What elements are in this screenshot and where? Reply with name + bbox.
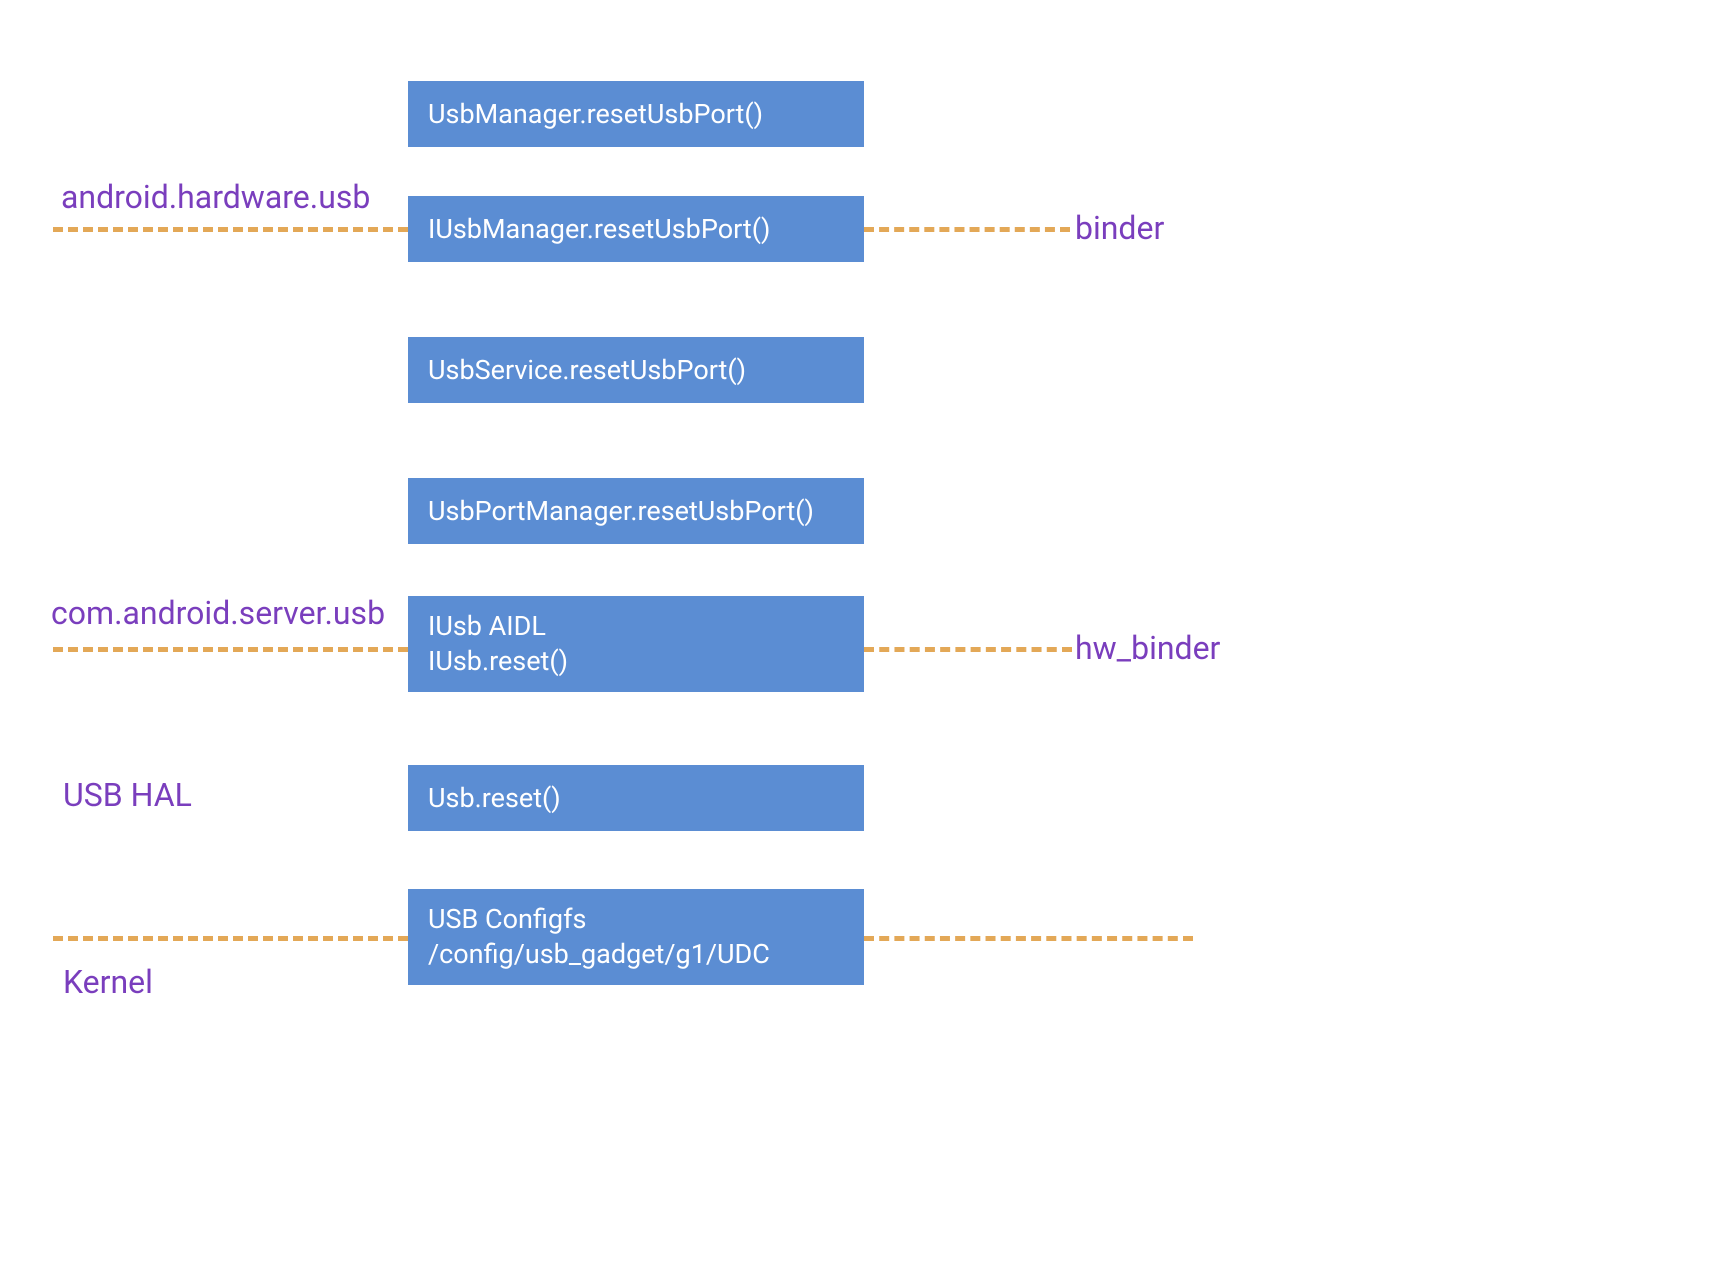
label-android-hardware-usb: android.hardware.usb — [61, 178, 370, 216]
dash-binder-right — [864, 227, 1070, 232]
box-usbreset-text: Usb.reset() — [428, 782, 561, 814]
label-kernel: Kernel — [63, 963, 153, 1001]
architecture-diagram: UsbManager.resetUsbPort() IUsbManager.re… — [0, 0, 1735, 1278]
box-usbportmanager-text: UsbPortManager.resetUsbPort() — [428, 495, 814, 527]
dash-kernel-right — [864, 936, 1193, 941]
box-configfs-line2: /config/usb_gadget/g1/UDC — [428, 937, 770, 972]
dash-binder-left — [53, 227, 408, 232]
dash-hwbinder-left — [53, 647, 408, 652]
label-hw-binder: hw_binder — [1075, 629, 1220, 667]
box-iusb-aidl-line2: IUsb.reset() — [428, 644, 568, 679]
label-usb-hal: USB HAL — [63, 776, 192, 814]
box-usbmanager: UsbManager.resetUsbPort() — [408, 81, 864, 147]
dash-hwbinder-right — [864, 647, 1072, 652]
box-configfs: USB Configfs /config/usb_gadget/g1/UDC — [408, 889, 864, 985]
box-configfs-line1: USB Configfs — [428, 902, 586, 937]
box-usbservice-text: UsbService.resetUsbPort() — [428, 354, 746, 386]
box-iusb-aidl-line1: IUsb AIDL — [428, 609, 546, 644]
box-iusbmanager: IUsbManager.resetUsbPort() — [408, 196, 864, 262]
box-usbreset: Usb.reset() — [408, 765, 864, 831]
box-usbportmanager: UsbPortManager.resetUsbPort() — [408, 478, 864, 544]
box-iusbmanager-text: IUsbManager.resetUsbPort() — [428, 213, 770, 245]
label-com-android-server-usb: com.android.server.usb — [51, 594, 385, 632]
box-usbmanager-text: UsbManager.resetUsbPort() — [428, 98, 763, 130]
label-binder: binder — [1075, 209, 1164, 247]
box-usbservice: UsbService.resetUsbPort() — [408, 337, 864, 403]
dash-kernel-left — [53, 936, 408, 941]
box-iusb-aidl: IUsb AIDL IUsb.reset() — [408, 596, 864, 692]
